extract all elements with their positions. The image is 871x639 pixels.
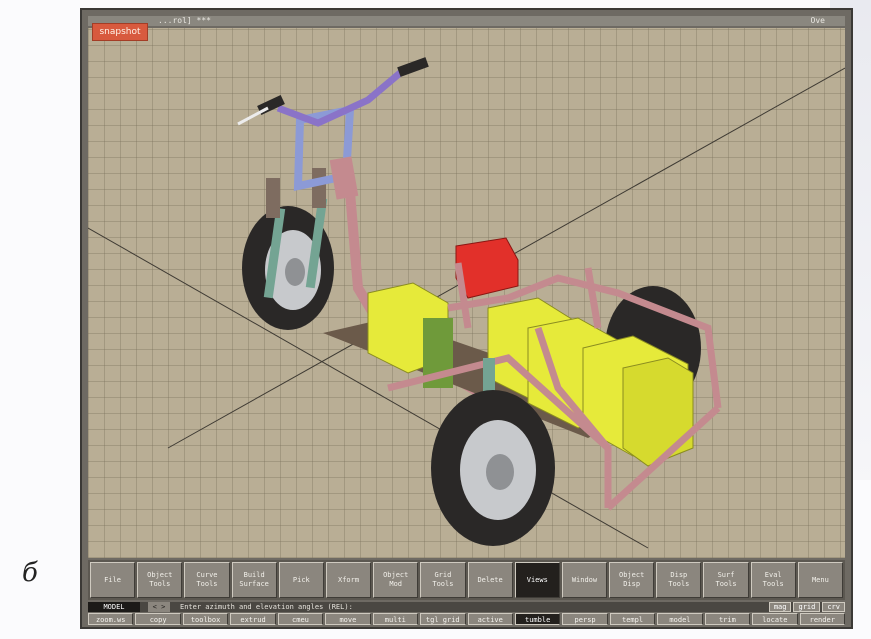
trike-model-render[interactable]	[88, 28, 845, 558]
toolbar-button-object-tools[interactable]: Object Tools	[137, 562, 183, 598]
toolbar-button-object-mod[interactable]: Object Mod	[373, 562, 419, 598]
window-titlebar: ...rol] *** Ove	[88, 16, 845, 26]
figure-label: б	[22, 558, 38, 588]
crv-button[interactable]: crv	[822, 602, 845, 612]
hotkey-templ[interactable]: templ	[609, 613, 656, 625]
steering-head	[329, 156, 359, 200]
hotkey-render[interactable]: render	[799, 613, 845, 625]
hotkey-multi[interactable]: multi	[372, 613, 419, 625]
window-title: ...rol] ***	[158, 16, 211, 25]
toolbar-button-object-disp[interactable]: Object Disp	[609, 562, 655, 598]
hotkey-cmeu[interactable]: cmeu	[277, 613, 324, 625]
command-prompt[interactable]: Enter azimuth and elevation angles (REL)…	[180, 602, 353, 612]
cad-application-window: ...rol] *** Ove snapshot File Object Too…	[80, 8, 853, 629]
toolbar-button-window[interactable]: Window	[561, 562, 608, 598]
hotkey-locate[interactable]: locate	[752, 613, 798, 625]
hotkey-bar: zoom.ws copy toolbox extrud cmeu move multi tgl…	[88, 613, 845, 625]
cmd-right-buttons: mag grid crv	[768, 602, 845, 612]
hotkey-tumble[interactable]: tumble	[514, 613, 561, 625]
toolbar-button-menu[interactable]: Menu	[797, 562, 843, 598]
toolbar-button-views[interactable]: Views	[514, 562, 560, 598]
toolbar-button-file[interactable]: File	[90, 562, 136, 598]
snapshot-button[interactable]: snapshot	[92, 23, 148, 41]
toolbar-button-grid-tools[interactable]: Grid Tools	[420, 562, 466, 598]
toolbar-button-eval-tools[interactable]: Eval Tools	[750, 562, 796, 598]
hotkey-toolbox[interactable]: toolbox	[182, 613, 229, 625]
main-toolbar: File Object Tools Curve Tools Build Surface…	[88, 560, 845, 600]
toolbar-button-surf-tools[interactable]: Surf Tools	[703, 562, 749, 598]
grid-button[interactable]: grid	[793, 602, 821, 612]
mode-indicator: MODEL	[88, 602, 140, 612]
toolbar-button-disp-tools[interactable]: Disp Tools	[656, 562, 702, 598]
toolbar-button-xform[interactable]: Xform	[325, 562, 372, 598]
hotkey-zoom-ws[interactable]: zoom.ws	[88, 613, 134, 625]
hotkey-copy[interactable]: copy	[135, 613, 181, 625]
hotkey-move[interactable]: move	[325, 613, 371, 625]
mag-button[interactable]: mag	[768, 602, 792, 612]
hotkey-model[interactable]: model	[657, 613, 703, 625]
hotkey-tgl-grid[interactable]: tgl grid	[420, 613, 466, 625]
toolbar-button-curve-tools[interactable]: Curve Tools	[184, 562, 230, 598]
history-arrows[interactable]: < >	[148, 602, 170, 612]
3d-viewport[interactable]	[88, 28, 845, 558]
hotkey-extrud[interactable]: extrud	[230, 613, 276, 625]
toolbar-button-build-surface[interactable]: Build Surface	[231, 562, 277, 598]
hotkey-persp[interactable]: persp	[562, 613, 608, 625]
window-title-right: Ove	[810, 16, 825, 25]
toolbar-button-delete[interactable]: Delete	[467, 562, 513, 598]
hotkey-active[interactable]: active	[467, 613, 513, 625]
command-line: MODEL < > Enter azimuth and elevation an…	[88, 602, 845, 612]
toolbar-button-pick[interactable]: Pick	[278, 562, 324, 598]
rear-left-wheel	[431, 390, 555, 546]
handlebar	[237, 57, 429, 127]
hotkey-trim[interactable]: trim	[704, 613, 751, 625]
